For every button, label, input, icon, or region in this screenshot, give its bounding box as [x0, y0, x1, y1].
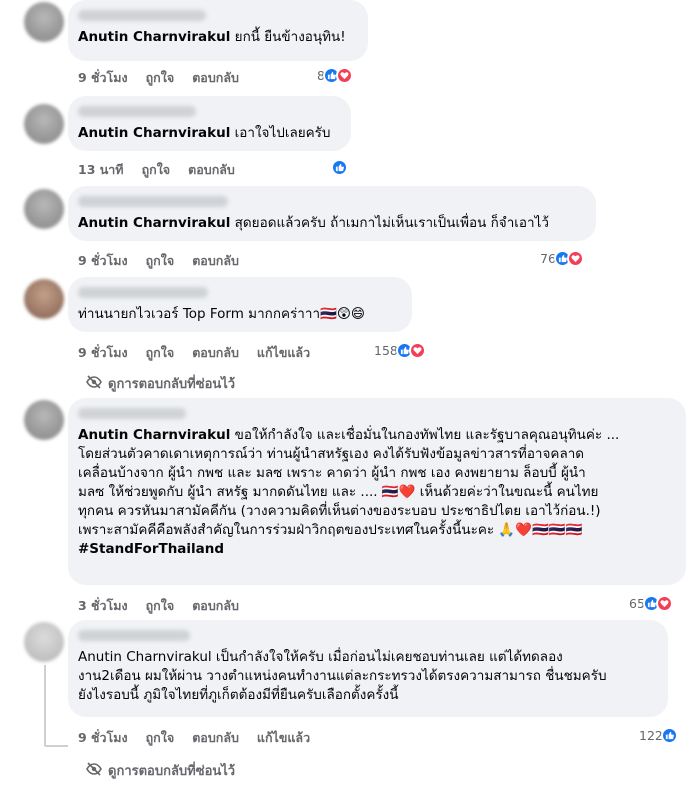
- avatar[interactable]: [24, 2, 64, 42]
- reaction-summary[interactable]: [328, 158, 350, 177]
- reply-button[interactable]: ตอบกลับ: [192, 343, 239, 363]
- comment-time[interactable]: 9 ชั่วโมง: [78, 728, 128, 748]
- author-name-blurred[interactable]: [78, 196, 228, 207]
- comment-text: Anutin Charnvirakul เอาใจไปเลยครับ: [78, 125, 331, 141]
- like-reaction-icon: [331, 159, 348, 176]
- love-reaction-icon: [566, 250, 584, 267]
- reply-button[interactable]: ตอบกลับ: [192, 596, 239, 616]
- author-name-blurred[interactable]: [78, 10, 206, 21]
- mention-tag[interactable]: Anutin Charnvirakul: [78, 125, 230, 141]
- comment-actions: 9 ชั่วโมง ถูกใจ ตอบกลับ: [78, 251, 239, 271]
- like-button[interactable]: ถูกใจ: [146, 251, 175, 271]
- thread-line: [44, 665, 46, 745]
- avatar[interactable]: [24, 622, 64, 662]
- love-reaction-icon: [408, 342, 426, 359]
- comment-bubble: ท่านนายกไวเวอร์ Top Form มากกคร่าาา🇹🇭😲😄: [68, 277, 412, 332]
- love-reaction-icon: [655, 595, 673, 612]
- hashtag-link[interactable]: #StandForThailand: [78, 541, 224, 557]
- reply-button[interactable]: ตอบกลับ: [192, 68, 239, 88]
- comment-time[interactable]: 9 ชั่วโมง: [78, 343, 128, 363]
- like-button[interactable]: ถูกใจ: [142, 160, 171, 180]
- comment-actions: 9 ชั่วโมง ถูกใจ ตอบกลับ แก้ไขแล้ว: [78, 728, 310, 748]
- comment-text: Anutin Charnvirakul ยกนี้ ยืนข้างอนุทิน!: [78, 29, 346, 45]
- comment-time[interactable]: 13 นาที: [78, 160, 124, 180]
- comment-bubble: Anutin Charnvirakul ยกนี้ ยืนข้างอนุทิน!: [68, 0, 368, 61]
- reaction-summary[interactable]: 65: [626, 594, 675, 613]
- author-name-blurred[interactable]: [78, 630, 190, 641]
- reaction-count: 158: [374, 343, 398, 358]
- comment-bubble: Anutin Charnvirakul เอาใจไปเลยครับ: [68, 96, 351, 151]
- edited-indicator[interactable]: แก้ไขแล้ว: [257, 343, 310, 363]
- eye-slash-icon: [86, 761, 102, 780]
- author-name-blurred[interactable]: [78, 287, 208, 298]
- comment-time[interactable]: 9 ชั่วโมง: [78, 251, 128, 271]
- author-name-blurred[interactable]: [78, 106, 196, 117]
- reply-button[interactable]: ตอบกลับ: [188, 160, 235, 180]
- comment-text: Anutin Charnvirakul เป็นกำลังใจให้ครับ เ…: [78, 649, 607, 703]
- mention-tag[interactable]: Anutin Charnvirakul: [78, 215, 230, 231]
- comment-actions: 9 ชั่วโมง ถูกใจ ตอบกลับ: [78, 68, 239, 88]
- hidden-replies-link[interactable]: ดูการตอบกลับที่ซ่อนไว้: [86, 760, 235, 781]
- avatar[interactable]: [24, 104, 64, 144]
- comment-bubble: Anutin Charnvirakul สุดยอดแล้วครับ ถ้าเม…: [68, 186, 596, 241]
- hidden-replies-label: ดูการตอบกลับที่ซ่อนไว้: [108, 377, 236, 392]
- reaction-summary[interactable]: 158: [371, 341, 428, 360]
- reaction-count: 122: [639, 728, 663, 743]
- reply-button[interactable]: ตอบกลับ: [192, 251, 239, 271]
- love-reaction-icon: [335, 67, 353, 84]
- like-button[interactable]: ถูกใจ: [146, 596, 175, 616]
- reply-button[interactable]: ตอบกลับ: [192, 728, 239, 748]
- comment-actions: 3 ชั่วโมง ถูกใจ ตอบกลับ: [78, 596, 239, 616]
- comment-bubble: Anutin Charnvirakul ขอให้กำลังใจ และเชื่…: [68, 398, 686, 585]
- reaction-summary[interactable]: 76: [537, 249, 586, 268]
- hidden-replies-link[interactable]: ดูการตอบกลับที่ซ่อนไว้: [86, 373, 235, 394]
- reaction-summary[interactable]: 122: [636, 726, 680, 745]
- author-name-blurred[interactable]: [78, 408, 186, 419]
- comment-actions: 9 ชั่วโมง ถูกใจ ตอบกลับ แก้ไขแล้ว: [78, 343, 310, 363]
- comment-bubble: Anutin Charnvirakul เป็นกำลังใจให้ครับ เ…: [68, 620, 668, 717]
- avatar[interactable]: [24, 400, 64, 440]
- reaction-summary[interactable]: 8: [314, 66, 355, 85]
- like-button[interactable]: ถูกใจ: [146, 728, 175, 748]
- like-button[interactable]: ถูกใจ: [146, 343, 175, 363]
- eye-slash-icon: [86, 374, 102, 393]
- mention-tag[interactable]: Anutin Charnvirakul: [78, 29, 230, 45]
- comment-text: Anutin Charnvirakul ขอให้กำลังใจ และเชื่…: [78, 427, 620, 557]
- like-reaction-icon: [660, 727, 678, 744]
- avatar[interactable]: [24, 279, 64, 319]
- like-button[interactable]: ถูกใจ: [146, 68, 175, 88]
- thread-line-elbow: [44, 745, 68, 747]
- edited-indicator[interactable]: แก้ไขแล้ว: [257, 728, 310, 748]
- comment-time[interactable]: 3 ชั่วโมง: [78, 596, 128, 616]
- avatar[interactable]: [24, 189, 64, 229]
- hidden-replies-label: ดูการตอบกลับที่ซ่อนไว้: [108, 764, 236, 779]
- mention-tag[interactable]: Anutin Charnvirakul: [78, 427, 230, 443]
- comment-text: Anutin Charnvirakul สุดยอดแล้วครับ ถ้าเม…: [78, 215, 549, 231]
- comment-text: ท่านนายกไวเวอร์ Top Form มากกคร่าาา🇹🇭😲😄: [78, 306, 365, 322]
- comment-time[interactable]: 9 ชั่วโมง: [78, 68, 128, 88]
- comment-actions: 13 นาที ถูกใจ ตอบกลับ: [78, 160, 235, 180]
